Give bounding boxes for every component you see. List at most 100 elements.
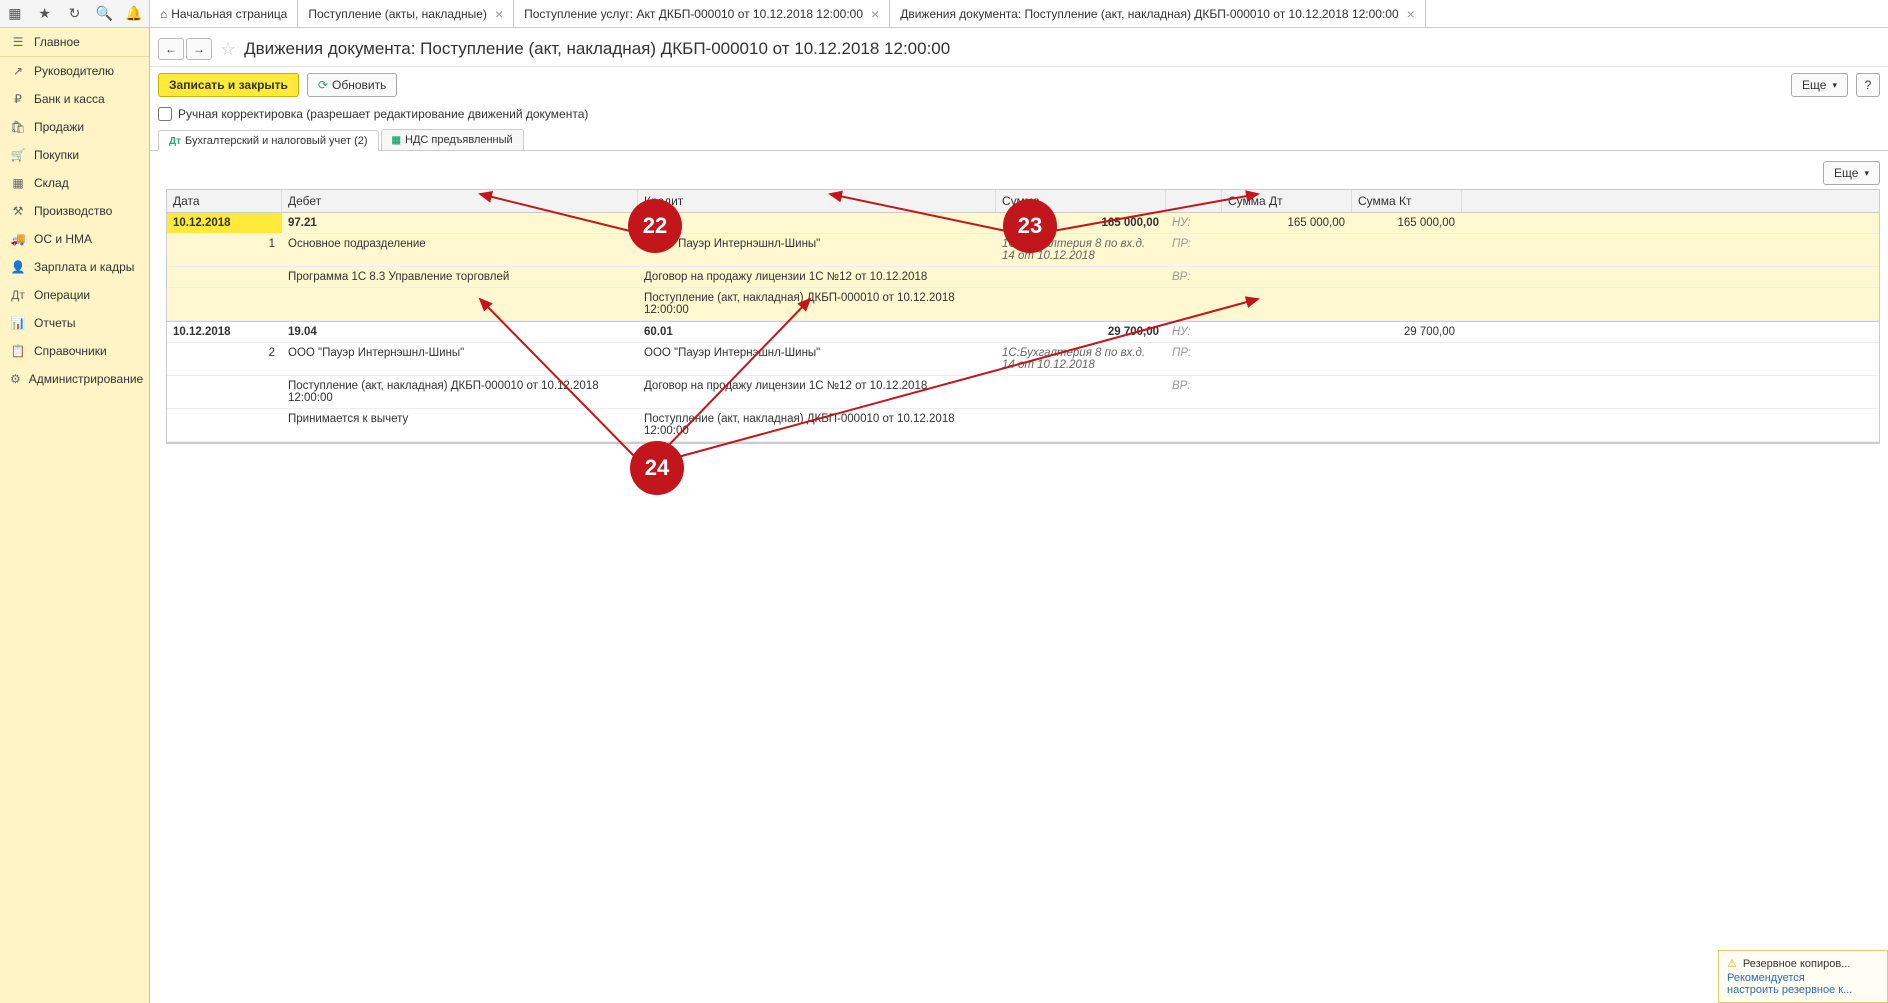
cell-sum-kt: 29 700,00 — [1352, 322, 1462, 342]
grid-row[interactable]: 10.12.201897.2160.01165 000,00НУ:165 000… — [167, 213, 1879, 234]
grid-row[interactable]: 2ООО "Пауэр Интернэшнл-Шины"ООО "Пауэр И… — [167, 343, 1879, 376]
cell-credit: 60.01 — [638, 322, 996, 342]
sub-tab[interactable]: ДтБухгалтерский и налоговый учет (2) — [158, 130, 379, 151]
sidebar-label: Банк и касса — [34, 92, 105, 106]
sidebar-item[interactable]: 📊 Отчеты — [0, 309, 149, 337]
sidebar-item[interactable]: ▦Склад — [0, 169, 149, 197]
notif-link1[interactable]: Рекомендуется — [1727, 972, 1879, 984]
col-sum-kt: Сумма Кт — [1352, 190, 1462, 212]
backup-notification[interactable]: ⚠Резервное копиров... Рекомендуется наст… — [1718, 950, 1888, 1003]
sidebar-item[interactable]: 🛒Покупки — [0, 141, 149, 169]
warning-icon: ⚠ — [1727, 957, 1737, 970]
sidebar-item[interactable]: Дт Операции — [0, 281, 149, 309]
grid-row[interactable]: Поступление (акт, накладная) ДКБП-000010… — [167, 376, 1879, 409]
header-row: ← → ☆ Движения документа: Поступление (а… — [150, 28, 1888, 67]
manual-edit-checkbox[interactable] — [158, 107, 172, 121]
grid-row[interactable]: Программа 1С 8.3 Управление торговлейДог… — [167, 267, 1879, 288]
more-button[interactable]: Еще — [1791, 73, 1848, 97]
apps-icon[interactable]: ▦ — [5, 4, 25, 24]
sidebar-item[interactable]: ↗Руководителю — [0, 57, 149, 85]
sidebar: ☰Главное↗Руководителю ₽ Банк и касса 🛍 Прода… — [0, 28, 150, 1003]
history-icon[interactable]: ↻ — [64, 4, 84, 24]
sidebar-icon: 📋 — [10, 343, 26, 359]
save-close-button[interactable]: Записать и закрыть — [158, 73, 299, 97]
cell-debit: Поступление (акт, накладная) ДКБП-000010… — [282, 376, 638, 408]
movements-grid[interactable]: Дата Дебет Кредит Сумма Сумма Дт Сумма К… — [166, 189, 1880, 444]
grid-row[interactable]: Принимается к вычетуПоступление (акт, на… — [167, 409, 1879, 442]
sidebar-icon: 🛍 — [10, 119, 26, 135]
annotation-24: 24 — [630, 441, 684, 495]
grid-group[interactable]: 10.12.201897.2160.01165 000,00НУ:165 000… — [167, 213, 1879, 322]
table-more-button[interactable]: Еще — [1823, 161, 1880, 185]
window-tab[interactable]: ⌂Начальная страница — [150, 0, 298, 27]
cell-date: 10.12.2018 — [167, 322, 282, 342]
sidebar-item[interactable]: ₽ Банк и касса — [0, 85, 149, 113]
sub-tab[interactable]: ▦НДС предъявленный — [381, 129, 524, 150]
sidebar-icon: 🛒 — [10, 147, 26, 163]
col-sum: Сумма — [996, 190, 1166, 212]
sidebar-label: Продажи — [34, 120, 84, 134]
favorite-icon[interactable]: ★ — [35, 4, 55, 24]
sidebar-item[interactable]: 👤Зарплата и кадры — [0, 253, 149, 281]
sidebar-icon: ₽ — [10, 91, 26, 107]
sidebar-icon: ⚒ — [10, 203, 26, 219]
forward-button[interactable]: → — [186, 38, 212, 60]
refresh-button[interactable]: ⟳Обновить — [307, 73, 397, 97]
back-button[interactable]: ← — [158, 38, 184, 60]
grid-row[interactable]: 10.12.201819.0460.0129 700,00НУ:29 700,0… — [167, 322, 1879, 343]
grid-group[interactable]: 10.12.201819.0460.0129 700,00НУ:29 700,0… — [167, 322, 1879, 443]
home-icon: ⌂ — [160, 7, 167, 21]
grid-header: Дата Дебет Кредит Сумма Сумма Дт Сумма К… — [167, 190, 1879, 213]
sidebar-icon: ☰ — [10, 34, 26, 50]
cell-credit: Договор на продажу лицензии 1С №12 от 10… — [638, 267, 996, 287]
tab-label: Поступление услуг: Акт ДКБП-000010 от 10… — [524, 7, 863, 21]
sidebar-label: Отчеты — [34, 316, 75, 330]
bell-icon[interactable]: 🔔 — [124, 4, 144, 24]
window-tab[interactable]: Движения документа: Поступление (акт, на… — [890, 0, 1426, 27]
cell-debit: ООО "Пауэр Интернэшнл-Шины" — [282, 343, 638, 375]
table-area: Еще Дата Дебет Кредит Сумма Сумма Дт Сум… — [150, 151, 1888, 1003]
sidebar-icon: ▦ — [10, 175, 26, 191]
col-debit: Дебет — [282, 190, 638, 212]
sidebar-item[interactable]: ⚙Администрирование — [0, 365, 149, 393]
sidebar-icon: Дт — [10, 287, 26, 303]
sidebar-item[interactable]: 🚚ОС и НМА — [0, 225, 149, 253]
help-button[interactable]: ? — [1856, 73, 1880, 97]
grid-row[interactable]: 1Основное подразделениеООО "Пауэр Интерн… — [167, 234, 1879, 267]
sidebar-item[interactable]: 🛍 Продажи — [0, 113, 149, 141]
sidebar-item[interactable]: ☰Главное — [0, 28, 149, 57]
cell-sum-dt — [1222, 343, 1352, 375]
search-icon[interactable]: 🔍 — [94, 4, 114, 24]
cell-date — [167, 376, 282, 408]
col-spacer — [1166, 190, 1222, 212]
nav-buttons: ← → — [158, 38, 212, 60]
star-icon[interactable]: ☆ — [220, 39, 236, 60]
window-tab[interactable]: Поступление (акты, накладные)× — [298, 0, 514, 27]
grid-row[interactable]: Поступление (акт, накладная) ДКБП-000010… — [167, 288, 1879, 321]
sidebar-label: Справочники — [34, 344, 107, 358]
manual-edit-label: Ручная корректировка (разрешает редактир… — [178, 107, 588, 121]
cell-sum: 1С:Бухгалтерия 8 по вх.д. 14 от 10.12.20… — [996, 234, 1166, 266]
close-icon[interactable]: × — [495, 6, 503, 22]
notif-link2[interactable]: настроить резервное к... — [1727, 984, 1879, 996]
cell-credit: Договор на продажу лицензии 1С №12 от 10… — [638, 376, 996, 408]
page-title: Движения документа: Поступление (акт, на… — [244, 39, 950, 59]
cell-sum-dt — [1222, 288, 1352, 320]
cell-sum-kt — [1352, 267, 1462, 287]
window-tab[interactable]: Поступление услуг: Акт ДКБП-000010 от 10… — [514, 0, 890, 27]
cell-tag: НУ: — [1166, 213, 1222, 233]
sidebar-item[interactable]: ⚒Производство — [0, 197, 149, 225]
cell-credit: Поступление (акт, накладная) ДКБП-000010… — [638, 409, 996, 441]
cell-sum — [996, 376, 1166, 408]
close-icon[interactable]: × — [1407, 6, 1415, 22]
sidebar-icon: 📊 — [10, 315, 26, 331]
table-toolbar: Еще — [166, 161, 1880, 185]
cell-sum-dt — [1222, 376, 1352, 408]
close-icon[interactable]: × — [871, 6, 879, 22]
cell-date: 1 — [167, 234, 282, 266]
sidebar-label: Операции — [34, 288, 90, 302]
cell-sum-kt — [1352, 376, 1462, 408]
sidebar-item[interactable]: 📋 Справочники — [0, 337, 149, 365]
top-bar: ▦ ★ ↻ 🔍 🔔 ⌂Начальная страницаПоступление… — [0, 0, 1888, 28]
cell-tag: ВР: — [1166, 376, 1222, 408]
